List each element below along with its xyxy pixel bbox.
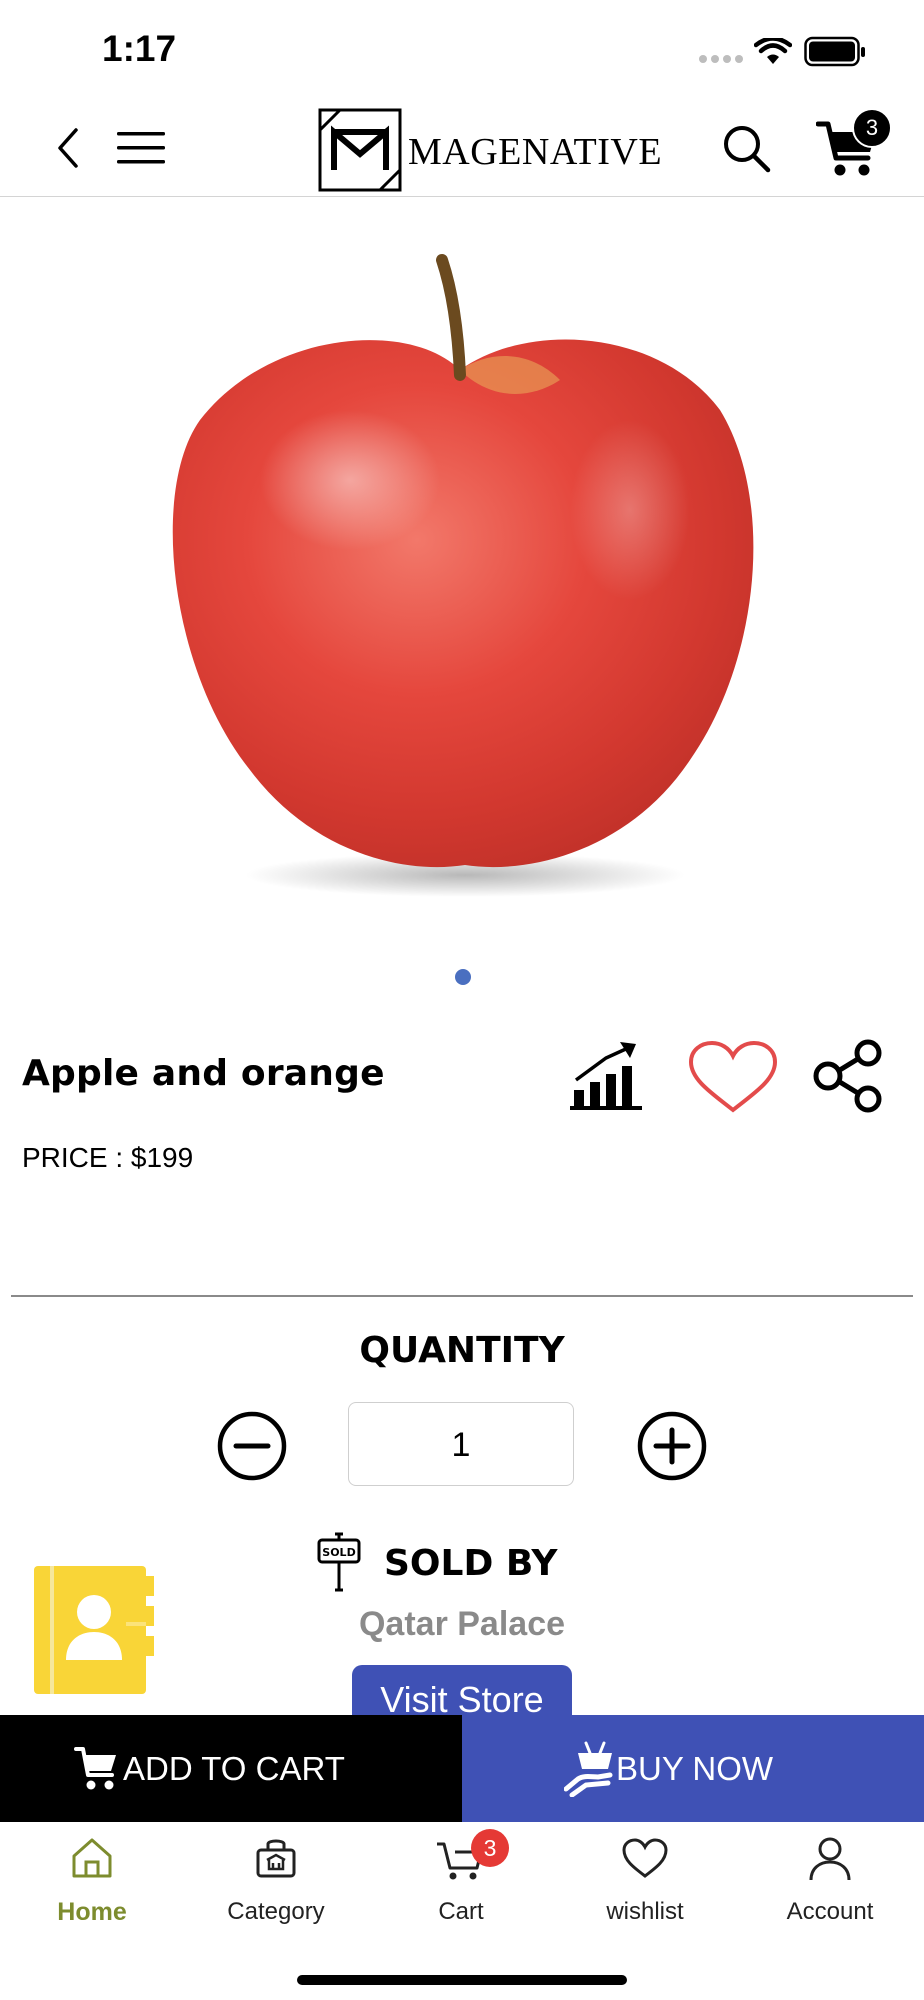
add-to-cart-label: ADD TO CART	[123, 1750, 345, 1787]
user-icon	[809, 1837, 851, 1881]
add-to-cart-button[interactable]: ADD TO CART	[0, 1715, 462, 1822]
sold-sign-icon: SOLD	[317, 1532, 361, 1592]
tab-cart[interactable]: 3 Cart	[369, 1820, 553, 1930]
tab-category[interactable]: Category	[184, 1820, 368, 1930]
tab-account-label: Account	[786, 1898, 874, 1925]
status-time: 1:17	[102, 28, 177, 69]
tab-cart-badge: 3	[471, 1829, 509, 1867]
wishlist-heart-icon[interactable]	[688, 1040, 778, 1116]
compare-icon[interactable]	[570, 1040, 646, 1112]
header-cart-badge: 3	[852, 108, 892, 148]
tab-home-label: Home	[57, 1898, 127, 1926]
home-icon	[72, 1838, 112, 1878]
quantity-label: QUANTITY	[359, 1330, 565, 1371]
tab-home[interactable]: Home	[0, 1820, 184, 1930]
quantity-increase-button[interactable]	[636, 1410, 708, 1482]
tab-category-label: Category	[227, 1898, 325, 1925]
signal-icon	[699, 55, 743, 63]
share-icon[interactable]	[810, 1038, 886, 1114]
product-image[interactable]	[160, 250, 770, 900]
buy-now-button[interactable]: BUY NOW	[462, 1715, 924, 1822]
heart-icon	[622, 1838, 668, 1878]
brand-name: MAGENATIVE	[408, 131, 663, 173]
tab-wishlist[interactable]: wishlist	[553, 1820, 737, 1930]
section-divider	[11, 1295, 913, 1297]
buy-now-label: BUY NOW	[616, 1750, 774, 1787]
image-pager-dot[interactable]	[455, 969, 471, 985]
quantity-decrease-button[interactable]	[216, 1410, 288, 1482]
cart-icon	[74, 1747, 116, 1790]
tab-account[interactable]: Account	[738, 1820, 922, 1930]
quantity-input[interactable]: 1	[348, 1402, 574, 1486]
home-indicator	[297, 1975, 627, 1985]
sold-by-label: SOLD BY	[384, 1543, 558, 1584]
tab-wishlist-label: wishlist	[606, 1898, 684, 1925]
buy-basket-hand-icon	[564, 1741, 613, 1797]
shop-icon	[256, 1839, 296, 1878]
product-price: PRICE : $199	[22, 1142, 194, 1173]
sold-sign-text: SOLD	[322, 1546, 355, 1559]
brand-logo-icon	[318, 108, 402, 192]
wifi-icon	[754, 38, 792, 64]
menu-button[interactable]	[116, 130, 166, 166]
contact-book-icon[interactable]	[28, 1562, 158, 1698]
product-name: Apple and orange	[22, 1053, 385, 1094]
back-button[interactable]	[52, 126, 84, 170]
search-button[interactable]	[722, 124, 772, 174]
battery-icon	[804, 36, 865, 67]
tab-cart-label: Cart	[438, 1898, 484, 1925]
